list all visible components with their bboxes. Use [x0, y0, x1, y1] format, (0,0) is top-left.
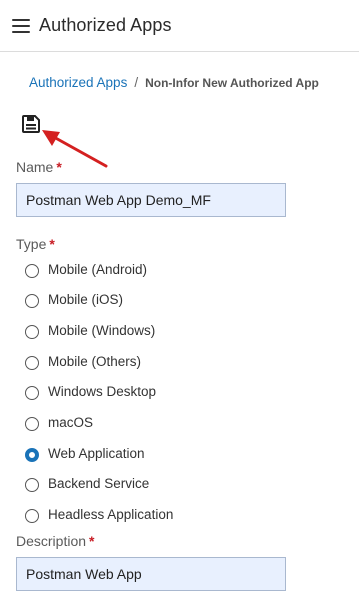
breadcrumb-separator: /: [134, 75, 139, 90]
breadcrumb: Authorized Apps / Non-Infor New Authorized…: [29, 75, 319, 90]
name-label: Name *: [16, 159, 62, 175]
type-option-label: Mobile (Windows): [48, 323, 156, 338]
radio-circle[interactable]: [25, 294, 39, 308]
type-label: Type *: [16, 236, 55, 252]
type-option-label: macOS: [48, 415, 94, 430]
type-option-label: Mobile (Others): [48, 354, 142, 369]
breadcrumb-current: Non-Infor New Authorized App: [145, 76, 319, 90]
description-input[interactable]: [16, 557, 286, 591]
description-label-text: Description: [16, 533, 87, 549]
app-header: Authorized Apps: [0, 0, 359, 52]
type-option-label: Mobile (iOS): [48, 292, 124, 307]
type-option-label: Backend Service: [48, 476, 150, 491]
page-title: Authorized Apps: [39, 15, 172, 35]
description-label: Description *: [16, 533, 94, 549]
name-required-mark: *: [56, 159, 62, 175]
name-input[interactable]: [16, 183, 286, 217]
type-label-text: Type: [16, 236, 47, 252]
radio-circle[interactable]: [25, 325, 39, 339]
type-option-label: Windows Desktop: [48, 384, 157, 399]
radio-circle[interactable]: [25, 264, 39, 278]
type-required-mark: *: [49, 236, 55, 252]
radio-circle[interactable]: [25, 417, 39, 431]
type-option-label: Web Application: [48, 446, 145, 461]
hamburger-menu-icon[interactable]: [12, 19, 30, 33]
radio-circle[interactable]: [25, 478, 39, 492]
type-option-label: Mobile (Android): [48, 262, 148, 277]
breadcrumb-link-authorized-apps[interactable]: Authorized Apps: [29, 75, 127, 90]
radio-circle-selected[interactable]: [25, 448, 39, 462]
name-label-text: Name: [16, 159, 54, 175]
authorized-app-form-page: Authorized Apps Authorized Apps / Non-Info…: [0, 0, 359, 605]
radio-circle[interactable]: [25, 356, 39, 370]
type-option-label: Headless Application: [48, 507, 174, 522]
description-required-mark: *: [89, 533, 95, 549]
radio-circle[interactable]: [25, 509, 39, 523]
radio-circle[interactable]: [25, 386, 39, 400]
